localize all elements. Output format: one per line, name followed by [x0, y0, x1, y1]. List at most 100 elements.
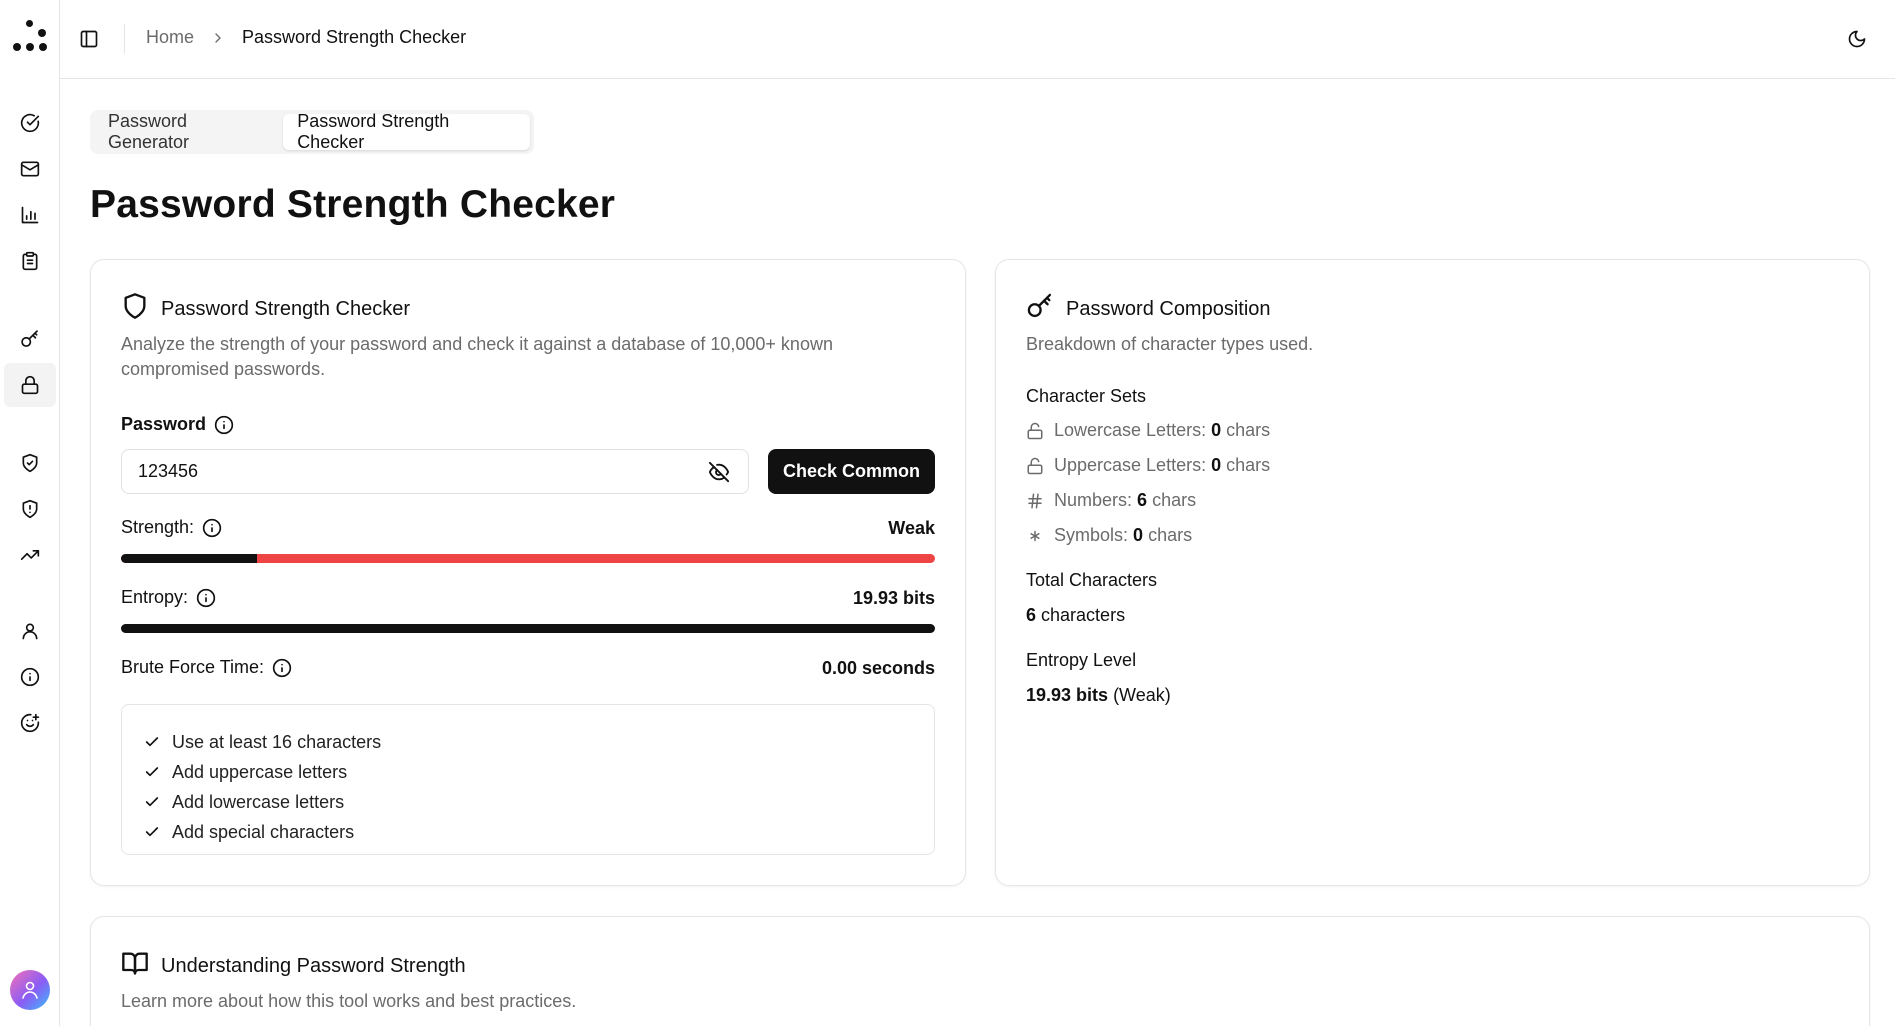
set-unit: chars	[1226, 455, 1271, 475]
check-circle-icon[interactable]	[16, 109, 44, 137]
shield-alert-icon[interactable]	[16, 495, 44, 523]
mail-icon[interactable]	[16, 155, 44, 183]
book-open-icon	[121, 949, 149, 983]
user-icon[interactable]	[16, 617, 44, 645]
strength-label-row: Strength:	[121, 517, 222, 538]
set-count: 6	[1137, 490, 1148, 510]
card-description: Breakdown of character types used.	[1026, 334, 1314, 354]
smile-plus-icon[interactable]	[16, 709, 44, 737]
entropy-value: 19.93 bits	[852, 588, 935, 608]
card-title: Understanding Password Strength	[161, 954, 466, 977]
page-title: Password Strength Checker	[90, 183, 616, 226]
info-icon[interactable]	[16, 663, 44, 691]
lock-open-icon	[1027, 457, 1043, 474]
chevron-right-icon	[210, 30, 226, 46]
password-input[interactable]: 123456	[121, 449, 749, 494]
character-sets-title: Character Sets	[1026, 386, 1147, 406]
password-label-row: Password	[121, 414, 234, 435]
entropy-bits: 19.93 bits	[1026, 685, 1109, 705]
hash-icon	[1028, 493, 1042, 508]
bar-chart-icon[interactable]	[16, 201, 44, 229]
set-unit: chars	[1152, 490, 1197, 510]
brute-force-value: 0.00 seconds	[821, 658, 935, 678]
strength-bar	[121, 554, 935, 563]
set-unit: chars	[1226, 420, 1271, 440]
card-title: Password Composition	[1066, 297, 1271, 320]
suggestion-item: Add lowercase letters	[144, 787, 934, 817]
brute-force-label: Brute Force Time:	[121, 657, 265, 677]
strength-checker-card: Password Strength Checker Analyze the st…	[90, 259, 966, 886]
entropy-rating: (Weak)	[1113, 685, 1171, 705]
total-unit: characters	[1041, 605, 1126, 625]
check-icon	[145, 827, 159, 837]
total-count: 6	[1026, 605, 1037, 625]
lowercase-row: Lowercase Letters: 0 chars	[1026, 420, 1270, 441]
entropy-level-value: 19.93 bits (Weak)	[1026, 685, 1171, 706]
eye-off-icon[interactable]	[708, 461, 730, 483]
suggestion-text: Use at least 16 characters	[172, 731, 382, 752]
info-icon[interactable]	[196, 588, 216, 608]
check-common-button[interactable]: Check Common	[768, 449, 935, 494]
app-logo[interactable]	[11, 20, 49, 60]
card-header: Password Composition	[1026, 292, 1271, 326]
card-header: Password Strength Checker	[121, 292, 410, 326]
uppercase-row: Uppercase Letters: 0 chars	[1026, 455, 1270, 476]
card-description: Analyze the strength of your password an…	[121, 334, 833, 379]
tab-password-strength-checker[interactable]: Password Strength Checker	[283, 111, 530, 152]
suggestion-item: Add special characters	[144, 817, 934, 847]
lock-icon[interactable]	[4, 363, 56, 407]
suggestion-text: Add special characters	[172, 821, 355, 842]
symbols-row: Symbols: 0 chars	[1026, 525, 1192, 546]
strength-bar-fill	[121, 554, 257, 563]
entropy-label: Entropy:	[121, 587, 189, 607]
numbers-row: Numbers: 6 chars	[1026, 490, 1196, 511]
set-count: 0	[1211, 455, 1222, 475]
trending-up-icon[interactable]	[16, 541, 44, 569]
shield-icon	[121, 292, 149, 326]
set-label: Numbers:	[1054, 490, 1133, 510]
password-value: 123456	[138, 461, 199, 481]
tab-list: Password Generator Password Strength Che…	[90, 110, 534, 154]
suggestion-text: Add lowercase letters	[172, 791, 345, 812]
clipboard-list-icon[interactable]	[16, 247, 44, 275]
info-icon[interactable]	[214, 415, 234, 435]
moon-icon[interactable]	[1845, 27, 1869, 51]
set-count: 0	[1133, 525, 1144, 545]
breadcrumb-home-link[interactable]: Home	[146, 27, 194, 48]
info-icon[interactable]	[202, 518, 222, 538]
asterisk-icon	[1030, 530, 1040, 541]
breadcrumb-current: Password Strength Checker	[242, 27, 467, 47]
set-unit: chars	[1148, 525, 1193, 545]
card-title: Password Strength Checker	[161, 297, 411, 320]
check-icon	[145, 797, 159, 807]
brute-force-label-row: Brute Force Time:	[121, 657, 292, 678]
understanding-card: Understanding Password Strength Learn mo…	[90, 916, 1870, 1026]
suggestion-item: Use at least 16 characters	[144, 727, 934, 757]
entropy-bar	[121, 624, 935, 633]
avatar[interactable]	[10, 970, 50, 1010]
sidebar-toggle-icon[interactable]	[77, 27, 101, 51]
total-characters-title: Total Characters	[1026, 570, 1158, 590]
check-icon	[145, 767, 159, 777]
set-label: Symbols:	[1054, 525, 1129, 545]
entropy-level-title: Entropy Level	[1026, 650, 1137, 670]
lock-open-icon	[1027, 422, 1043, 439]
entropy-label-row: Entropy:	[121, 587, 216, 608]
set-label: Lowercase Letters:	[1054, 420, 1207, 440]
shield-check-icon[interactable]	[16, 449, 44, 477]
password-composition-card: Password Composition Breakdown of charac…	[995, 259, 1870, 886]
info-icon[interactable]	[272, 658, 292, 678]
set-count: 0	[1211, 420, 1222, 440]
key-icon[interactable]	[16, 325, 44, 353]
check-icon	[145, 737, 159, 747]
suggestion-text: Add uppercase letters	[172, 761, 348, 782]
key-icon	[1026, 292, 1054, 326]
suggestion-item: Add uppercase letters	[144, 757, 934, 787]
card-header: Understanding Password Strength	[121, 949, 466, 983]
breadcrumb: Home Password Strength Checker	[146, 27, 466, 48]
sidebar	[0, 0, 60, 1026]
suggestions-box: Use at least 16 characters Add uppercase…	[121, 704, 935, 855]
header-divider	[124, 24, 125, 54]
tab-password-generator[interactable]: Password Generator	[94, 111, 283, 152]
password-label: Password	[121, 414, 207, 434]
